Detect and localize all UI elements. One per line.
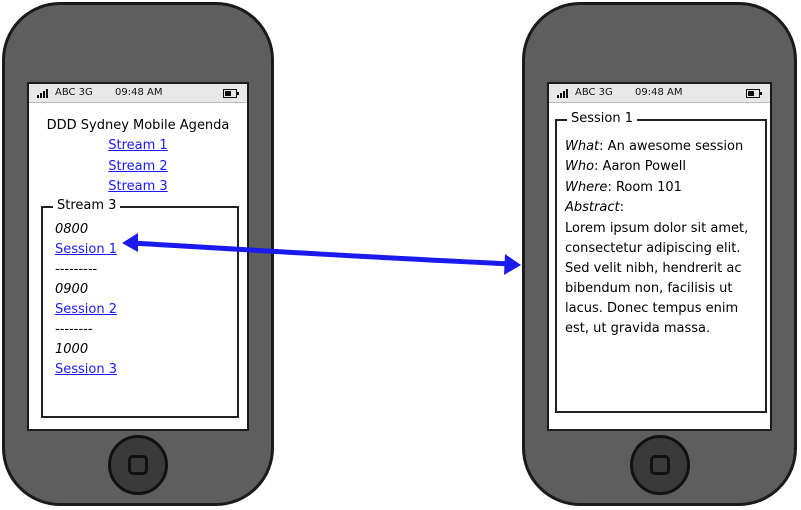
navigation-arrow [122, 233, 521, 275]
arrow-head-left-icon [122, 233, 138, 252]
arrow-line [129, 240, 515, 267]
arrow-head-right-icon [504, 254, 521, 275]
